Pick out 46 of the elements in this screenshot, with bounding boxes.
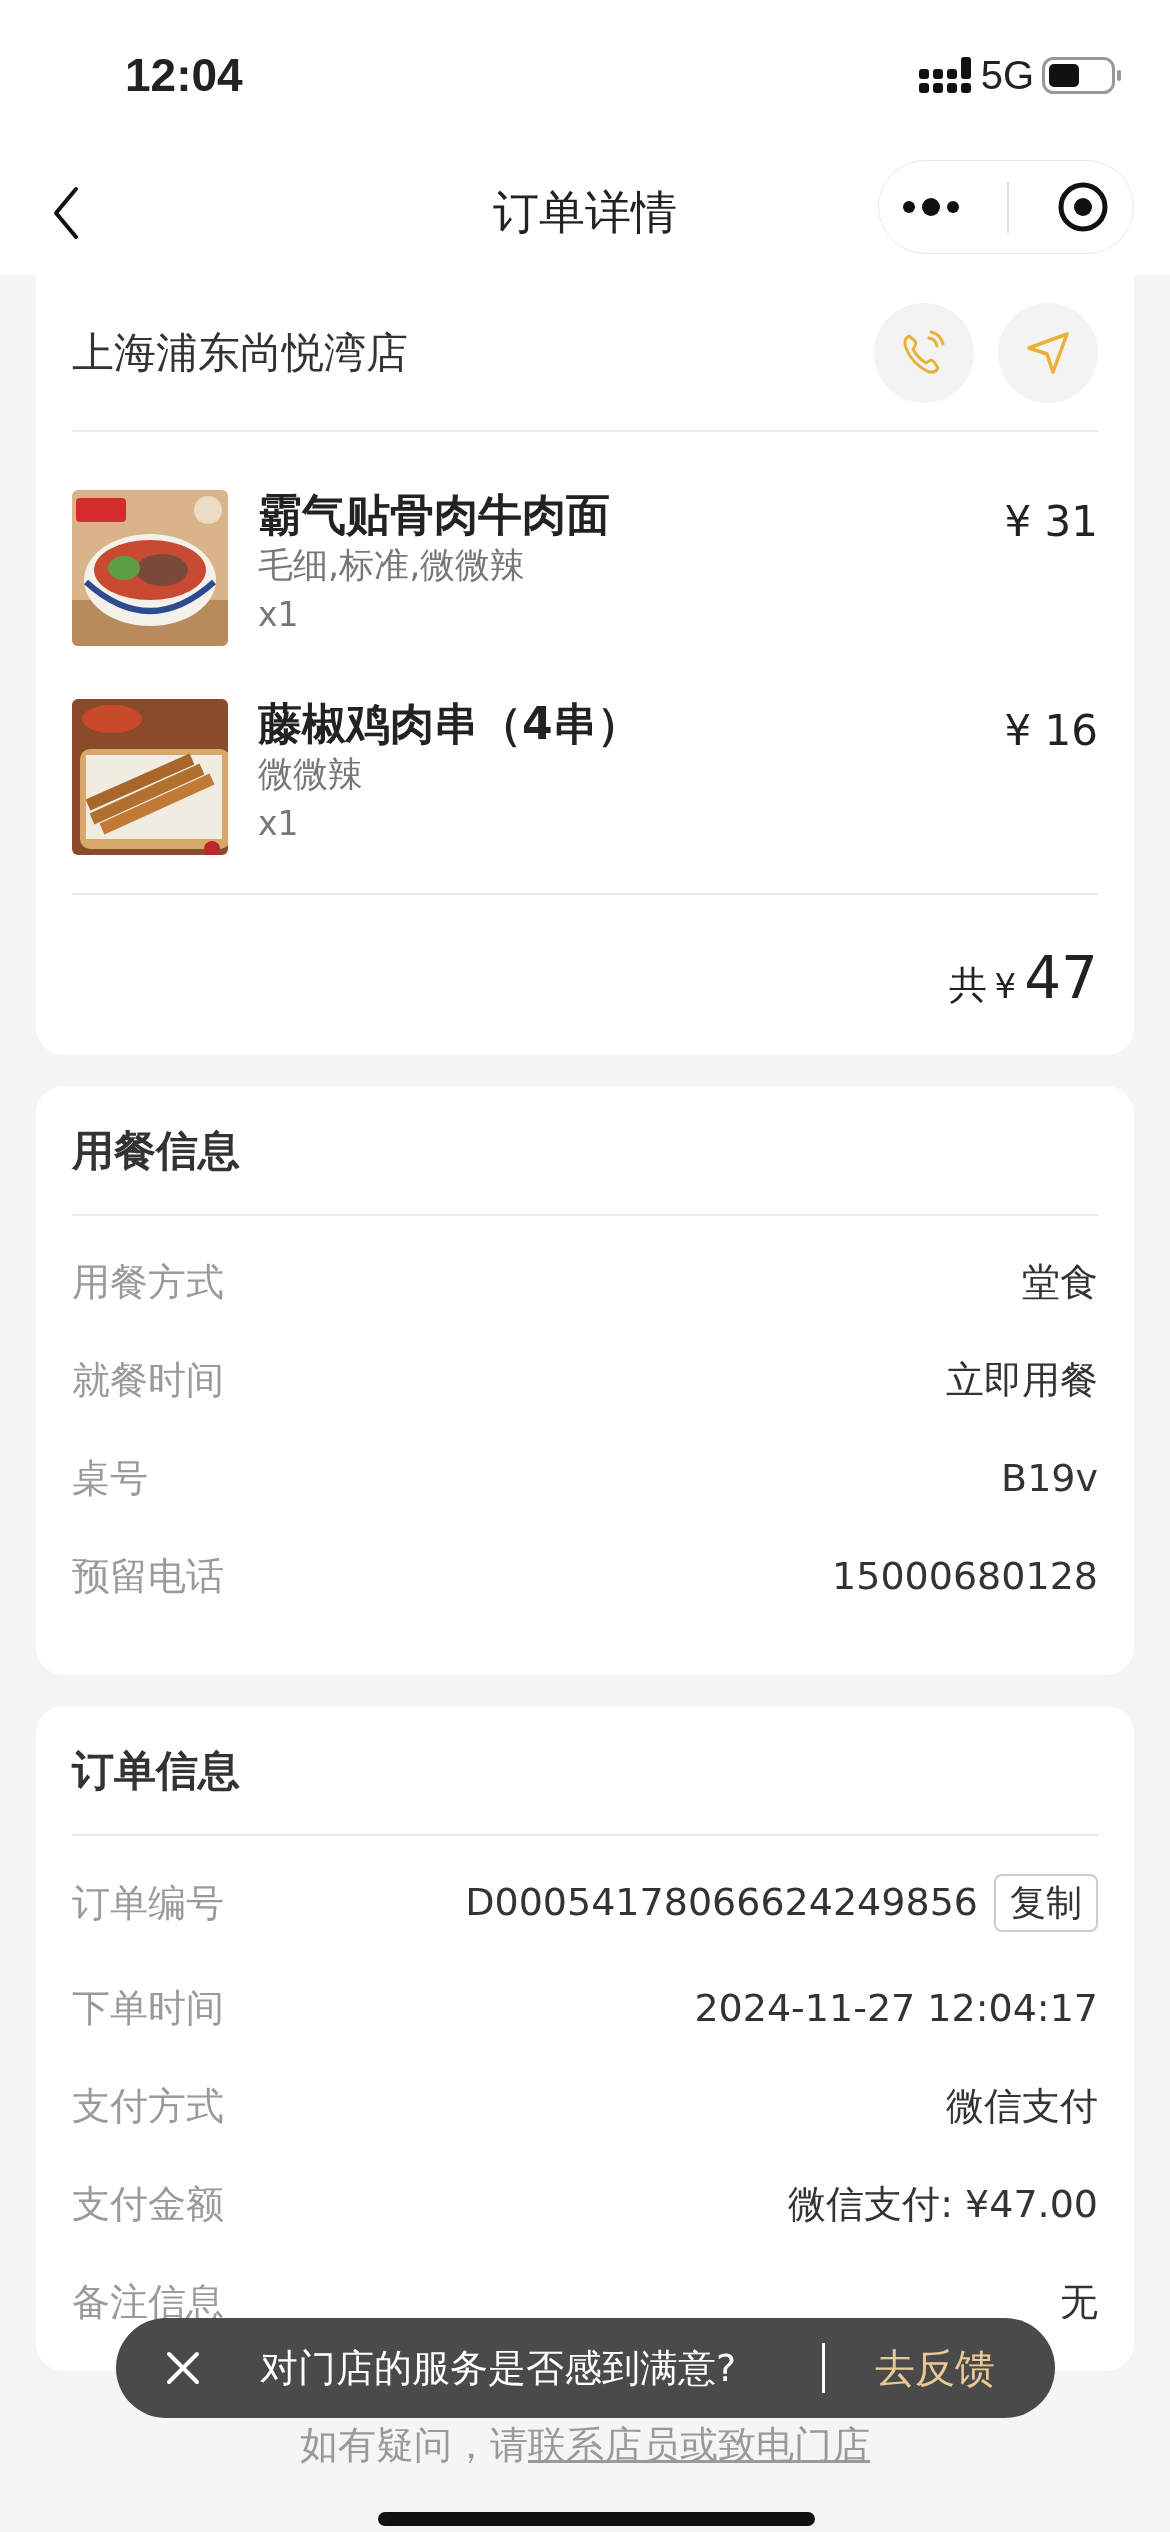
info-label: 预留电话 [72,1552,224,1600]
info-label: 下单时间 [72,1984,224,2032]
info-value: B19v [1001,1454,1098,1502]
network-label: 5G [980,52,1034,99]
store-name: 上海浦东尚悦湾店 [72,327,408,379]
item-options: 毛细,标准,微微辣 [258,540,975,590]
item-quantity: x1 [258,802,300,845]
copy-button[interactable]: 复制 [994,1873,1098,1933]
total-label: 共 [948,962,987,1009]
info-value: 微信支付: ¥47.00 [788,2180,1098,2228]
item-name: 藤椒鸡肉串（4串） [258,699,642,750]
info-label: 桌号 [72,1454,148,1502]
info-value: 无 [1060,2278,1098,2326]
currency-sign: ¥ [994,965,1017,1008]
battery-icon [1042,56,1122,94]
item-price: ¥ 31 [1004,496,1098,548]
section-title: 用餐信息 [72,1124,240,1177]
feedback-link[interactable]: 去反馈 [875,2338,995,2398]
item-options: 微微辣 [258,749,975,799]
info-value: D00054178066624249856 [465,1879,978,1927]
section-title: 订单信息 [72,1744,240,1797]
info-label: 订单编号 [72,1879,224,1927]
navigation-arrow-icon [1025,329,1071,376]
info-value: 堂食 [1022,1258,1098,1306]
page-title: 订单详情 [493,184,677,241]
close-icon [166,2351,200,2385]
close-button[interactable] [166,2351,200,2385]
signal-icon [918,57,973,93]
feedback-question: 对门店的服务是否感到满意? [260,2344,737,2392]
more-icon[interactable] [903,197,960,217]
status-time: 12:04 [125,47,243,103]
item-price: ¥ 16 [1004,705,1098,757]
info-value: 微信支付 [946,2082,1098,2130]
help-text: 如有疑问，请联系店员或致电门店 [299,2422,871,2469]
item-name: 霸气贴骨肉牛肉面 [258,490,611,541]
info-value: 15000680128 [832,1552,1098,1600]
phone-icon [901,329,947,376]
info-value: 2024-11-27 12:04:17 [694,1984,1098,2032]
item-quantity: x1 [258,593,300,636]
info-label: 就餐时间 [72,1356,224,1404]
info-value: 立即用餐 [946,1356,1098,1404]
info-label: 支付方式 [72,2082,224,2130]
info-label: 支付金额 [72,2180,224,2228]
target-icon[interactable] [1056,181,1109,233]
total-amount: 47 [1024,943,1098,1014]
info-label: 用餐方式 [72,1258,224,1306]
